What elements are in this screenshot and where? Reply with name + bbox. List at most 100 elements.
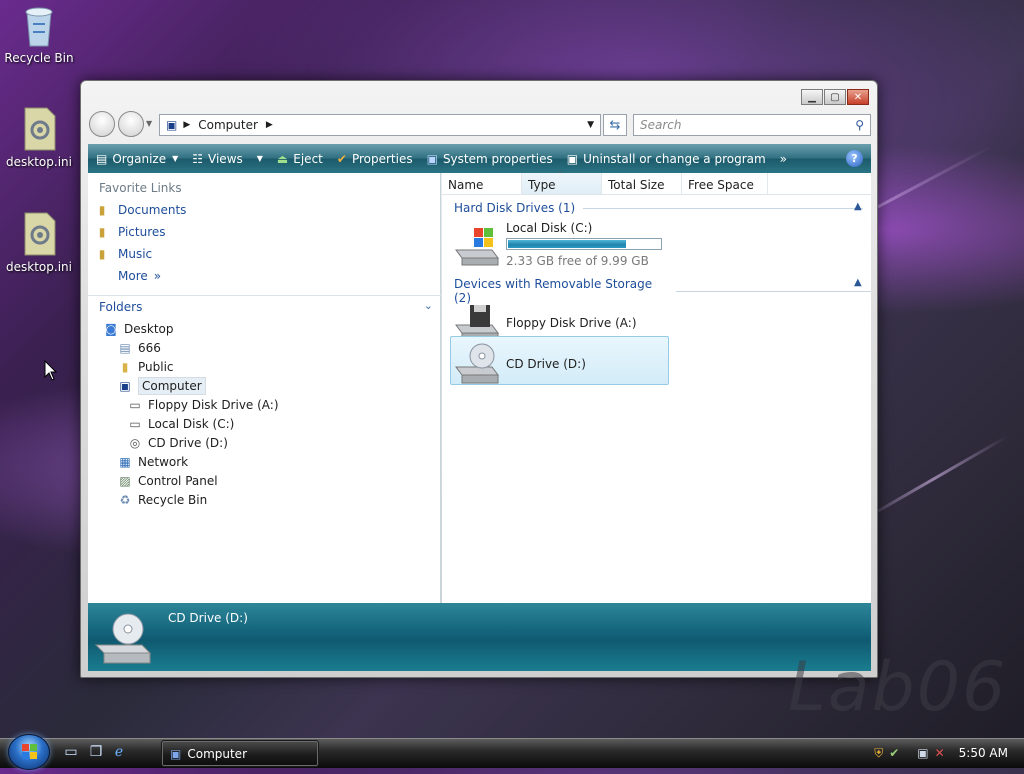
tree-item-computer[interactable]: ▣ Computer — [117, 376, 206, 395]
drive-item-local-disk[interactable]: Local Disk (C:) 2.33 GB free of 9.99 GB — [452, 221, 662, 268]
address-bar[interactable]: ▣ ▶ Computer ▶ ▼ — [159, 114, 601, 136]
collapse-group-icon[interactable]: ▲ — [854, 277, 862, 288]
start-button[interactable] — [8, 734, 50, 770]
views-button[interactable]: ☷ Views ▼ — [192, 152, 263, 166]
collapse-group-icon[interactable]: ▲ — [854, 201, 862, 212]
tree-item-label: Desktop — [124, 321, 174, 336]
recycle-bin-icon: ♻ — [119, 492, 131, 507]
tree-item-666[interactable]: ▤ 666 — [117, 338, 161, 357]
close-button[interactable]: ✕ — [847, 89, 869, 105]
desktop-icon-recycle-bin[interactable]: Recycle Bin — [2, 2, 76, 65]
system-tray: ⛨ ✔ ▣ ✕ 5:50 AM — [874, 738, 1024, 768]
column-header-type[interactable]: Type ˄ — [522, 170, 602, 194]
back-button[interactable] — [89, 111, 115, 137]
tree-item-desktop[interactable]: ◙ Desktop — [103, 319, 174, 338]
system-properties-button[interactable]: ▣ System properties — [427, 152, 553, 166]
minimize-button[interactable]: ▁ — [801, 89, 823, 105]
uninstall-program-button[interactable]: ▣ Uninstall or change a program — [567, 152, 766, 166]
chevron-down-icon: ▼ — [256, 154, 263, 163]
volume-muted-icon[interactable]: ✕ — [935, 746, 945, 760]
search-placeholder: Search — [640, 118, 682, 132]
tree-item-label: Control Panel — [138, 473, 218, 488]
search-input[interactable]: Search ⚲ — [633, 114, 871, 136]
breadcrumb-computer[interactable]: Computer — [198, 118, 258, 132]
clock[interactable]: 5:50 AM — [959, 746, 1008, 760]
address-dropdown-icon[interactable]: ▼ — [587, 120, 594, 130]
forward-button[interactable] — [118, 111, 144, 137]
cd-drive-icon — [94, 613, 152, 664]
taskbar-button-computer[interactable]: ▣ Computer — [161, 740, 319, 767]
defender-icon[interactable]: ✔ — [889, 746, 899, 760]
favorite-link-music[interactable]: ▮ Music — [88, 243, 440, 265]
more-links-button[interactable]: More » — [88, 265, 440, 287]
drive-item-cd-drive[interactable]: CD Drive (D:) — [452, 341, 586, 387]
favorite-link-pictures[interactable]: ▮ Pictures — [88, 221, 440, 243]
favorite-link-label: Documents — [118, 203, 187, 217]
group-header-label: Hard Disk Drives (1) — [454, 201, 576, 215]
desktop-icon-desktop-ini[interactable]: desktop.ini — [2, 106, 76, 169]
breadcrumb-arrow-icon[interactable]: ▶ — [183, 120, 190, 130]
group-header-hard-disk-drives[interactable]: Hard Disk Drives (1) — [454, 201, 864, 215]
details-title: CD Drive (D:) — [168, 611, 248, 625]
help-icon[interactable]: ? — [846, 150, 863, 167]
tree-item-floppy[interactable]: ▭ Floppy Disk Drive (A:) — [127, 395, 278, 414]
uninstall-label: Uninstall or change a program — [583, 151, 766, 166]
wallpaper-streak — [859, 435, 1008, 523]
maximize-button[interactable]: ▢ — [824, 89, 846, 105]
windows-logo-icon — [22, 744, 37, 759]
recycle-bin-icon — [19, 2, 59, 48]
settings-file-icon — [19, 106, 59, 152]
tree-item-label: Recycle Bin — [138, 492, 208, 507]
internet-explorer-icon[interactable]: ℯ — [110, 744, 128, 762]
tree-item-control-panel[interactable]: ▨ Control Panel — [117, 471, 218, 490]
tree-item-cd-drive[interactable]: ◎ CD Drive (D:) — [127, 433, 228, 452]
tree-item-network[interactable]: ▦ Network — [117, 452, 188, 471]
drive-name: CD Drive (D:) — [506, 357, 586, 371]
tree-item-local-disk[interactable]: ▭ Local Disk (C:) — [127, 414, 234, 433]
switch-windows-icon[interactable]: ❐ — [87, 744, 105, 762]
hard-disk-icon: ▭ — [129, 416, 141, 431]
folders-heading[interactable]: Folders ⌄ — [88, 295, 441, 317]
disk-usage-bar — [506, 238, 662, 250]
drive-name: Floppy Disk Drive (A:) — [506, 316, 637, 330]
search-icon[interactable]: ⚲ — [855, 118, 864, 132]
refresh-button[interactable]: ⇆ — [603, 114, 627, 136]
tree-item-public[interactable]: ▮ Public — [117, 357, 174, 376]
favorite-link-documents[interactable]: ▮ Documents — [88, 199, 440, 221]
chevron-down-icon: ▼ — [172, 154, 179, 163]
uninstall-icon: ▣ — [566, 151, 579, 166]
double-chevron-icon: » — [153, 269, 162, 283]
column-header-total-size[interactable]: Total Size — [602, 173, 682, 194]
organize-label: Organize — [112, 151, 167, 166]
security-shield-icon[interactable]: ⛨ — [874, 746, 883, 761]
network-icon: ▦ — [119, 454, 131, 469]
organize-button[interactable]: ▤ Organize ▼ — [96, 152, 178, 166]
views-icon: ☷ — [192, 151, 204, 166]
breadcrumb-arrow-icon[interactable]: ▶ — [266, 120, 273, 130]
explorer-window[interactable]: ▁ ▢ ✕ ▼ ▣ ▶ Computer ▶ ▼ ⇆ Search ⚲ ▤ Org… — [80, 80, 878, 678]
network-disconnected-icon[interactable]: ▣ — [917, 746, 928, 760]
eject-button[interactable]: ⏏ Eject — [277, 152, 323, 166]
eject-label: Eject — [293, 151, 323, 166]
system-properties-icon: ▣ — [426, 151, 438, 166]
views-label: Views — [208, 151, 243, 166]
properties-button[interactable]: ✔ Properties — [337, 152, 413, 166]
show-desktop-icon[interactable]: ▭ — [62, 744, 80, 762]
pictures-folder-icon: ▮ — [98, 225, 106, 239]
column-header-free-space[interactable]: Free Space — [682, 173, 768, 194]
tree-item-label: Computer — [138, 376, 206, 395]
eject-icon: ⏏ — [276, 151, 289, 166]
tree-item-recycle-bin[interactable]: ♻ Recycle Bin — [117, 490, 208, 509]
column-headers: Name Type ˄ Total Size Free Space — [442, 170, 871, 195]
checkmark-icon: ✔ — [336, 151, 347, 166]
tree-item-label: Local Disk (C:) — [148, 416, 235, 431]
file-list-pane: Name Type ˄ Total Size Free Space Hard D… — [442, 170, 871, 603]
taskbar-button-label: Computer — [187, 746, 247, 761]
column-header-name[interactable]: Name — [442, 173, 522, 194]
desktop-icon-desktop-ini[interactable]: desktop.ini — [2, 211, 76, 274]
system-properties-label: System properties — [442, 151, 553, 166]
favorite-links-heading: Favorite Links — [99, 181, 182, 195]
recent-pages-icon[interactable]: ▼ — [146, 119, 152, 128]
more-commands-button[interactable]: » — [780, 152, 787, 166]
control-panel-icon: ▨ — [119, 473, 131, 488]
